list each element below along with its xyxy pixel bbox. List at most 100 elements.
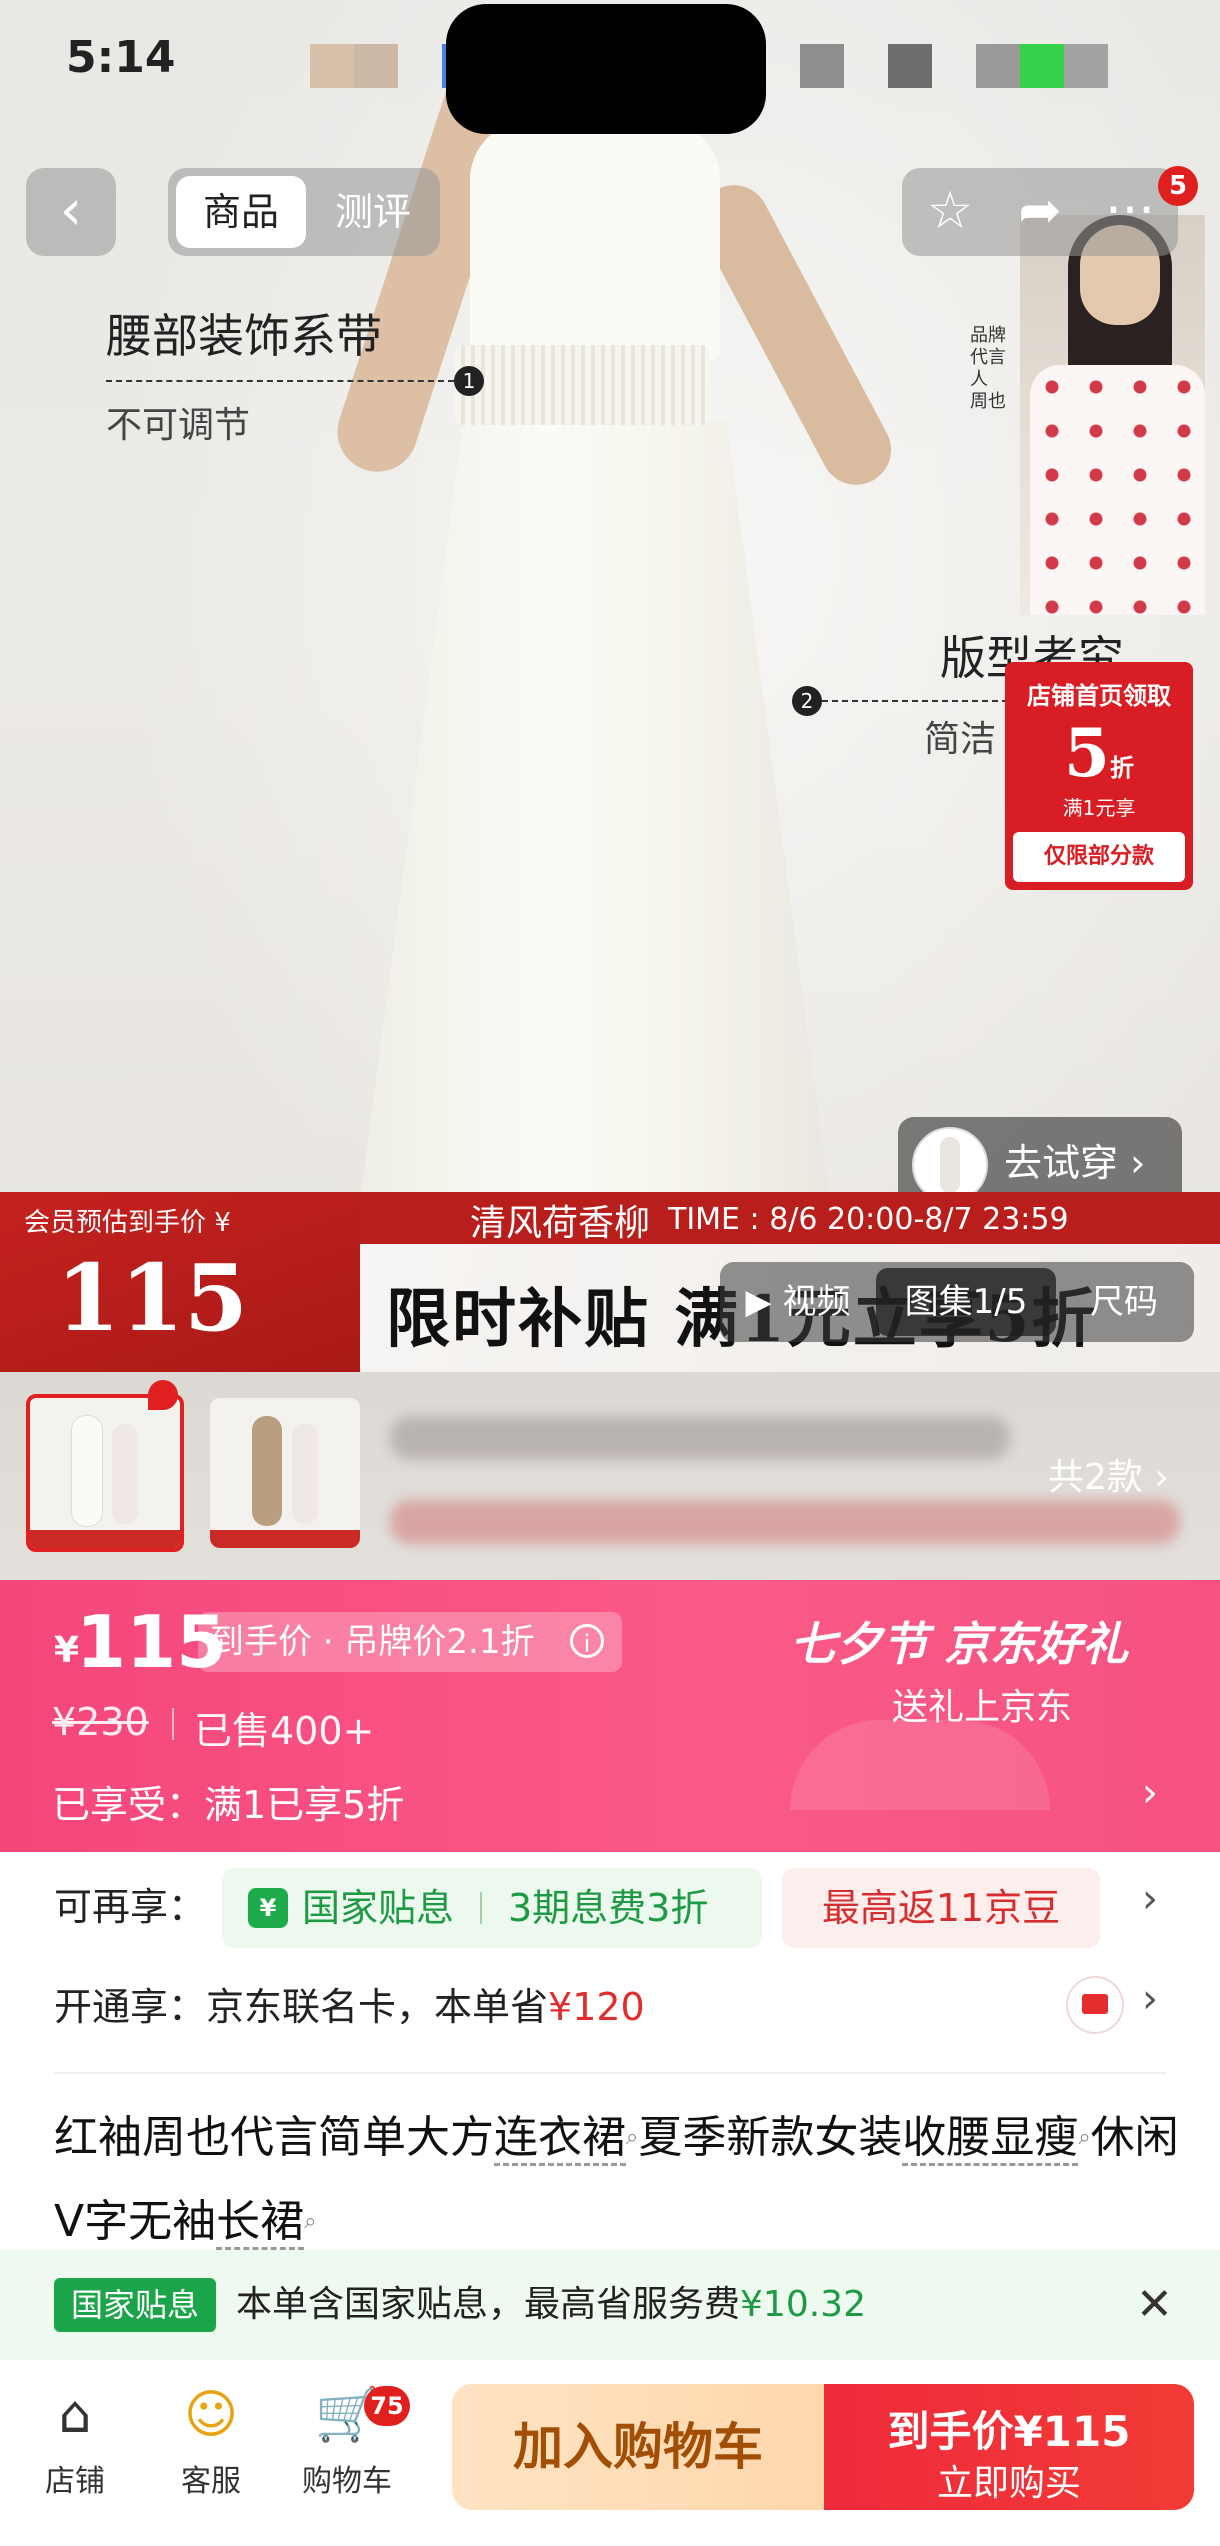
dress-belt bbox=[455, 345, 710, 425]
annotation-number-1: 1 bbox=[454, 366, 484, 396]
card-offer-label: 开通享： bbox=[54, 1985, 207, 2029]
member-price: 115 bbox=[56, 1244, 249, 1352]
status-pixel bbox=[1020, 44, 1064, 88]
annotation-title-1: 腰部装饰系带 bbox=[106, 309, 382, 363]
coupon-value: 5折 bbox=[1064, 714, 1134, 792]
subsidy-chip[interactable]: ¥ 国家贴息 3期息费3折 bbox=[222, 1868, 762, 1948]
price-pill[interactable]: 到手价 · 吊牌价2.1折 i bbox=[198, 1612, 622, 1672]
festival-subtitle: 送礼上京东 bbox=[892, 1687, 1073, 1728]
blurred-content bbox=[390, 1500, 1180, 1544]
search-icon: ⌕ bbox=[304, 2209, 317, 2234]
info-icon[interactable]: i bbox=[570, 1624, 604, 1658]
jd-beans-chip[interactable]: 最高返11京豆 bbox=[782, 1868, 1100, 1948]
search-icon: ⌕ bbox=[1078, 2125, 1091, 2150]
status-pixel bbox=[800, 44, 844, 88]
tab-video[interactable]: ▶ 视频 bbox=[728, 1262, 868, 1342]
store-tab[interactable]: ⌂ 店铺 bbox=[20, 2380, 130, 2500]
annotation-line-2 bbox=[822, 700, 1008, 702]
blurred-content bbox=[390, 1416, 1010, 1460]
extra-benefits-label: 可再享： bbox=[54, 1885, 207, 1929]
buy-now-label: 立即购买 bbox=[936, 2463, 1081, 2504]
member-price-label: 会员预估到手价 ¥ bbox=[24, 1208, 231, 1238]
status-pixel bbox=[888, 44, 932, 88]
tab-review[interactable]: 测评 bbox=[318, 176, 428, 248]
customer-service-tab[interactable]: ☺ 客服 bbox=[156, 2380, 266, 2500]
title-keyword-link[interactable]: 连衣裙 bbox=[494, 2112, 626, 2166]
chevron-left-icon: ‹ bbox=[59, 178, 83, 243]
festival-title: 七夕节 京东好礼 bbox=[790, 1617, 1129, 1671]
applied-discount[interactable]: 已享受：满1已享5折 bbox=[52, 1774, 404, 1829]
ambassador-dress bbox=[1030, 365, 1205, 615]
variant-selector bbox=[0, 1372, 1220, 1580]
divider bbox=[480, 1892, 482, 1924]
promo-timer: TIME : 8/6 20:00-8/7 23:59 bbox=[668, 1202, 1069, 1237]
thumb-strip bbox=[30, 1530, 180, 1548]
tab-product[interactable]: 商品 bbox=[176, 176, 306, 248]
coupon-top-text: 店铺首页领取 bbox=[1027, 682, 1171, 710]
star-icon[interactable]: ☆ bbox=[908, 168, 992, 256]
variant-thumb-white[interactable] bbox=[26, 1394, 184, 1552]
variant-thumb-khaki[interactable] bbox=[210, 1398, 360, 1548]
annotation-number-2: 2 bbox=[792, 686, 822, 716]
yen-icon: ¥ bbox=[248, 1888, 288, 1928]
notice-text: 本单含国家贴息，最高省服务费¥10.32 bbox=[236, 2284, 866, 2325]
subsidy-notice: 国家贴息 本单含国家贴息，最高省服务费¥10.32 ✕ bbox=[0, 2250, 1220, 2360]
buy-now-button[interactable]: 到手价¥115 立即购买 bbox=[824, 2384, 1194, 2510]
title-keyword-link[interactable]: 收腰显瘦 bbox=[902, 2112, 1079, 2166]
thumb-figure bbox=[252, 1416, 282, 1526]
title-keyword-link[interactable]: 长裙 bbox=[216, 2196, 305, 2250]
festival-decoration bbox=[790, 1720, 1050, 1810]
product-title: 红袖周也代言简单大方连衣裙⌕夏季新款女装收腰显瘦⌕休闲V字无袖长裙⌕ bbox=[54, 2096, 1184, 2264]
customer-service-label: 客服 bbox=[181, 2464, 241, 2499]
status-pixel bbox=[354, 44, 398, 88]
cart-badge: 75 bbox=[364, 2386, 410, 2426]
card-saving: ¥120 bbox=[548, 1985, 645, 2029]
annotation-subtitle-2: 简洁 bbox=[924, 719, 997, 760]
tab-size[interactable]: 尺码 bbox=[1064, 1262, 1184, 1342]
add-to-cart-button[interactable]: 加入购物车 bbox=[452, 2384, 824, 2510]
media-tabs: ▶ 视频 图集1/5 尺码 bbox=[720, 1262, 1194, 1342]
installment-label: 3期息费3折 bbox=[508, 1886, 709, 1930]
dress-bodice bbox=[470, 120, 720, 360]
ambassador-label: 品牌代言人 周也 bbox=[970, 325, 1006, 412]
selected-marker bbox=[148, 1380, 178, 1410]
nav-action-group: ☆ ➦ ··· bbox=[902, 168, 1178, 256]
chevron-right-icon[interactable]: › bbox=[1142, 1976, 1158, 2022]
sold-count: 已售400+ bbox=[194, 1709, 375, 1753]
cart-tab-label: 购物车 bbox=[302, 2464, 392, 2499]
more-variants-link[interactable]: 共2款 › bbox=[1048, 1448, 1169, 1500]
more-badge: 5 bbox=[1158, 166, 1198, 206]
store-icon: ⌂ bbox=[58, 2385, 92, 2445]
close-icon[interactable]: ✕ bbox=[1136, 2250, 1173, 2360]
chevron-right-icon[interactable]: › bbox=[1142, 1770, 1158, 1816]
shop-coupon-badge[interactable]: 店铺首页领取 5折 满1元享 仅限部分款 bbox=[1005, 662, 1193, 890]
status-pixel bbox=[976, 44, 1020, 88]
tab-gallery[interactable]: 图集1/5 bbox=[876, 1268, 1056, 1336]
annotation-line-1 bbox=[106, 380, 454, 382]
status-pixel bbox=[310, 44, 354, 88]
divider bbox=[172, 1708, 174, 1740]
store-tab-label: 店铺 bbox=[45, 2464, 105, 2499]
benefits-section: 可再享： ¥ 国家贴息 3期息费3折 最高返11京豆 › 开通享：京东联名卡，本… bbox=[0, 1852, 1220, 2092]
tab-switcher: 商品 测评 bbox=[168, 168, 440, 256]
redacted-area bbox=[446, 4, 766, 134]
search-icon: ⌕ bbox=[626, 2125, 639, 2150]
price-pill-label: 到手价 · 吊牌价2.1折 bbox=[210, 1622, 535, 1662]
subsidy-label: 国家贴息 bbox=[302, 1886, 455, 1930]
buy-now-price: 到手价¥115 bbox=[887, 2407, 1131, 2456]
thumb-figure bbox=[72, 1416, 102, 1526]
brand-ambassador-card: 品牌代言人 周也 bbox=[950, 215, 1205, 615]
card-offer[interactable]: 开通享：京东联名卡，本单省¥120 bbox=[54, 1976, 645, 2031]
divider bbox=[54, 2072, 1166, 2074]
back-button[interactable]: ‹ bbox=[26, 168, 116, 256]
status-time: 5:14 bbox=[66, 32, 176, 83]
annotation-subtitle-1: 不可调节 bbox=[106, 405, 251, 446]
thumb-figure-2 bbox=[112, 1424, 138, 1524]
subsidy-tag: 国家贴息 bbox=[54, 2278, 216, 2332]
chevron-right-icon[interactable]: › bbox=[1142, 1876, 1158, 1922]
thumb-figure-2 bbox=[292, 1424, 318, 1524]
price-section: ¥ 115 到手价 · 吊牌价2.1折 i ¥230 已售400+ 已享受：满1… bbox=[0, 1580, 1220, 1852]
share-icon[interactable]: ➦ bbox=[998, 168, 1082, 256]
promo-event-name: 清风荷香柳 bbox=[470, 1203, 651, 1244]
title-part: 红袖周也代言简单大方 bbox=[54, 2112, 494, 2163]
